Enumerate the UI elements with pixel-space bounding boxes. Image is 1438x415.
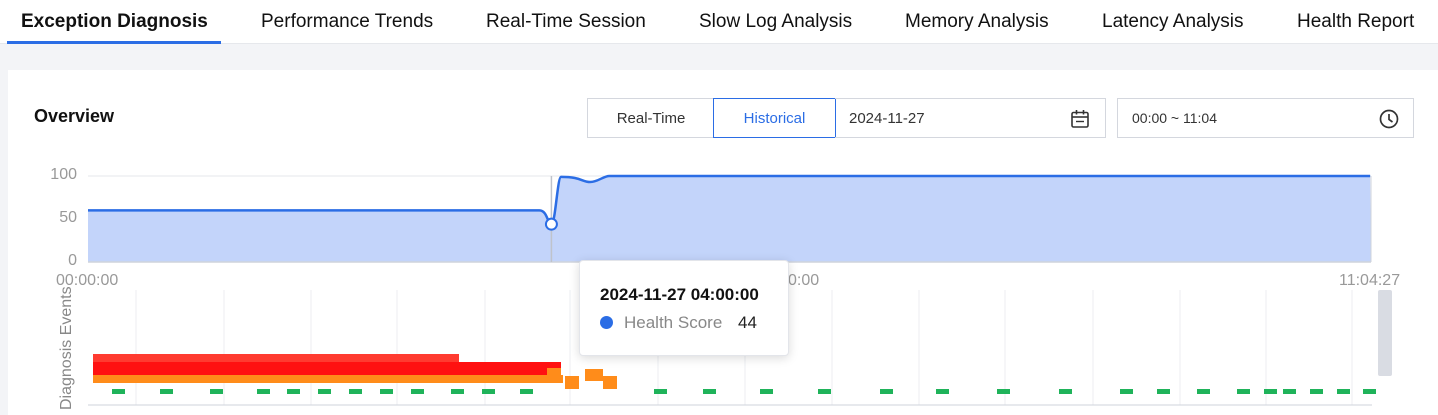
series-dot-icon — [600, 316, 613, 329]
healthy-event-marker — [654, 389, 667, 394]
y-tick-50: 50 — [59, 209, 77, 226]
healthy-event-marker — [1337, 389, 1350, 394]
healthy-event-marker — [760, 389, 773, 394]
healthy-event-marker — [520, 389, 533, 394]
healthy-event-marker — [411, 389, 424, 394]
warning-event-block — [603, 376, 617, 389]
healthy-event-marker — [1363, 389, 1376, 394]
healthy-event-marker — [482, 389, 495, 394]
healthy-event-marker — [380, 389, 393, 394]
tooltip-series-label: Health Score — [624, 313, 723, 332]
tooltip-value: 44 — [738, 313, 757, 332]
healthy-event-marker — [1283, 389, 1296, 394]
healthy-event-marker — [160, 389, 173, 394]
healthy-event-marker — [997, 389, 1010, 394]
healthy-event-marker — [287, 389, 300, 394]
x-label-end: 11:04:27 — [1339, 272, 1401, 289]
y-tick-100: 100 — [50, 166, 77, 183]
warning-event-block — [585, 369, 603, 381]
healthy-event-marker — [1237, 389, 1250, 394]
warning-event-block — [565, 376, 579, 389]
warning-event-bar — [93, 375, 563, 383]
healthy-event-marker — [1157, 389, 1170, 394]
x-label-mid: 0:00 — [788, 272, 820, 289]
y-tick-0: 0 — [68, 252, 77, 269]
healthy-event-marker — [257, 389, 270, 394]
healthy-event-marker — [210, 389, 223, 394]
tooltip-title: 2024-11-27 04:00:00 — [600, 285, 759, 304]
timeline-scrollbar[interactable] — [1378, 290, 1392, 376]
error-event-bar — [93, 362, 561, 376]
healthy-event-marker — [880, 389, 893, 394]
healthy-event-marker — [1120, 389, 1133, 394]
chart-tooltip: 2024-11-27 04:00:00 Health Score 44 — [579, 260, 789, 356]
critical-event-bar — [93, 354, 459, 363]
healthy-event-marker — [1264, 389, 1277, 394]
healthy-event-marker — [936, 389, 949, 394]
healthy-event-marker — [349, 389, 362, 394]
healthy-event-marker — [112, 389, 125, 394]
healthy-event-marker — [818, 389, 831, 394]
healthy-event-marker — [318, 389, 331, 394]
healthy-event-marker — [1310, 389, 1323, 394]
healthy-event-marker — [451, 389, 464, 394]
healthy-event-marker — [703, 389, 716, 394]
health-score-area — [88, 176, 1371, 262]
warning-event-block — [547, 368, 561, 382]
healthy-event-marker — [1197, 389, 1210, 394]
healthy-event-marker — [1059, 389, 1072, 394]
hover-point — [544, 217, 558, 231]
diagnosis-events-axis-label: Diagnosis Events — [58, 286, 75, 410]
